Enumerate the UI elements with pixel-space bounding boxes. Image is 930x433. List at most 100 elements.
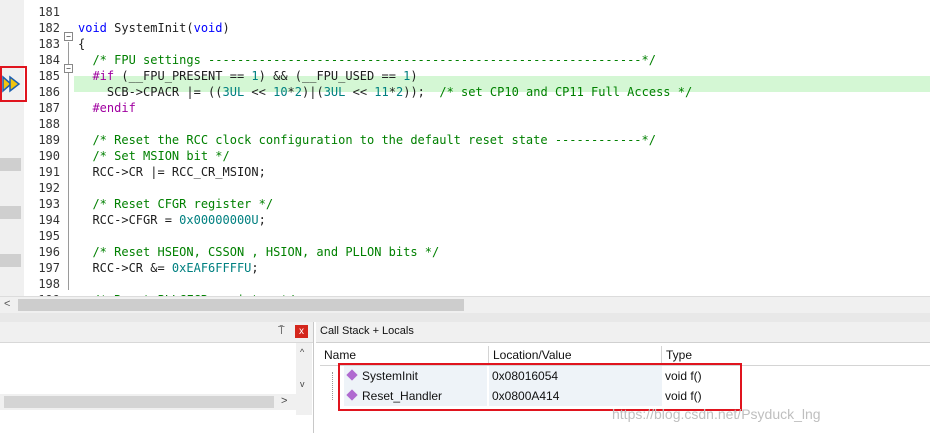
line-number: 183 bbox=[38, 37, 60, 51]
line-number: 196 bbox=[38, 245, 60, 259]
pane-splitter[interactable] bbox=[0, 313, 930, 322]
scroll-left-icon[interactable]: < bbox=[4, 298, 10, 310]
fold-column: − − bbox=[62, 0, 74, 296]
code-line[interactable]: RCC->CR &= 0xEAF6FFFFU; bbox=[78, 260, 930, 276]
code-token: RCC->CR |= RCC_CR_MSION; bbox=[78, 165, 266, 179]
code-token: ) bbox=[410, 69, 418, 83]
code-line[interactable]: void SystemInit(void) bbox=[78, 20, 930, 36]
breakpoint-gutter[interactable] bbox=[0, 0, 24, 296]
code-token: * bbox=[388, 85, 396, 99]
line-number: 198 bbox=[38, 277, 60, 291]
code-line[interactable]: /* Set MSION bit */ bbox=[78, 148, 930, 164]
code-token: 1 bbox=[251, 69, 259, 83]
line-number: 194 bbox=[38, 213, 60, 227]
code-token: 0x00000000U bbox=[179, 213, 259, 227]
code-line[interactable]: { bbox=[78, 36, 930, 52]
code-token: * bbox=[287, 85, 295, 99]
code-token: )); bbox=[403, 85, 440, 99]
code-token: /* FPU settings ------------------------… bbox=[92, 53, 656, 67]
code-editor[interactable]: 181 182 183 184 185 186 187 188 189 190 191 192 193 1… bbox=[0, 0, 930, 296]
code-token: /* Reset HSEON, CSSON , HSION, and PLLON… bbox=[92, 245, 440, 259]
code-line[interactable] bbox=[78, 4, 930, 20]
code-token: SCB->CPACR |= (( bbox=[78, 85, 223, 99]
watermark: https://blog.csdn.net/Psyduck_lng bbox=[612, 406, 821, 422]
fold-toggle-icon[interactable]: − bbox=[64, 64, 73, 73]
code-token: << bbox=[244, 85, 274, 99]
code-token: 11 bbox=[374, 85, 389, 99]
left-panel-header: ⍑ x bbox=[0, 322, 313, 343]
code-line[interactable]: /* Reset the RCC clock configuration to … bbox=[78, 132, 930, 148]
fold-line bbox=[68, 42, 69, 290]
code-coverage-mark bbox=[0, 254, 21, 267]
scrollbar-thumb[interactable] bbox=[4, 396, 274, 408]
close-icon[interactable]: x bbox=[295, 325, 308, 338]
code-token: ) bbox=[222, 21, 230, 35]
code-coverage-mark bbox=[0, 158, 21, 171]
annotation-box-callstack bbox=[338, 363, 742, 411]
left-vertical-scrollbar[interactable]: ^ v bbox=[296, 343, 312, 415]
line-number: 185 bbox=[38, 69, 60, 83]
code-line[interactable]: RCC->CFGR = 0x00000000U; bbox=[78, 212, 930, 228]
code-line[interactable]: /* Reset HSEON, CSSON , HSION, and PLLON… bbox=[78, 244, 930, 260]
editor-horizontal-scrollbar[interactable]: < bbox=[0, 296, 930, 314]
panel-title-bar: Call Stack + Locals bbox=[316, 322, 930, 343]
code-line[interactable]: SCB->CPACR |= ((3UL << 10*2)|(3UL << 11*… bbox=[78, 84, 930, 100]
code-coverage-mark bbox=[0, 206, 21, 219]
code-token: 2 bbox=[294, 85, 303, 99]
code-token: << bbox=[345, 85, 375, 99]
scroll-right-icon[interactable]: > bbox=[281, 395, 287, 407]
line-number: 181 bbox=[38, 5, 60, 19]
left-panel: ⍑ x ^ v > bbox=[0, 322, 314, 433]
code-line[interactable]: /* FPU settings ------------------------… bbox=[78, 52, 930, 68]
code-line[interactable]: /* Reset CFGR register */ bbox=[78, 196, 930, 212]
line-number: 190 bbox=[38, 149, 60, 163]
line-number: 182 bbox=[38, 21, 60, 35]
fold-toggle-icon[interactable]: − bbox=[64, 32, 73, 41]
code-token: ; bbox=[258, 213, 266, 227]
code-token: ; bbox=[251, 261, 259, 275]
code-token: #endif bbox=[92, 101, 136, 115]
code-token: /* Set MSION bit */ bbox=[92, 149, 230, 163]
code-token: { bbox=[78, 37, 86, 51]
code-token: SystemInit( bbox=[106, 21, 194, 35]
annotation-box-pointer bbox=[0, 66, 27, 102]
scrollbar-thumb[interactable] bbox=[18, 299, 464, 311]
line-number: 197 bbox=[38, 261, 60, 275]
code-token: 0xEAF6FFFFU bbox=[171, 261, 252, 275]
code-token: void bbox=[193, 21, 223, 35]
line-number: 191 bbox=[38, 165, 60, 179]
code-token: /* Reset the RCC clock configuration to … bbox=[92, 133, 656, 147]
code-token: (__FPU_PRESENT == bbox=[114, 69, 252, 83]
code-line[interactable]: #if (__FPU_PRESENT == 1) && (__FPU_USED … bbox=[78, 68, 930, 84]
code-token: /* set CP10 and CP11 Full Access */ bbox=[439, 85, 693, 99]
line-number: 186 bbox=[38, 85, 60, 99]
code-token: RCC->CR &= bbox=[78, 261, 172, 275]
line-number: 189 bbox=[38, 133, 60, 147]
code-line[interactable] bbox=[78, 276, 930, 292]
code-line[interactable] bbox=[78, 116, 930, 132]
code-line[interactable] bbox=[78, 180, 930, 196]
code-text[interactable]: void SystemInit(void){ /* FPU settings -… bbox=[78, 0, 930, 296]
code-line[interactable] bbox=[78, 228, 930, 244]
code-token: 3UL bbox=[323, 85, 346, 99]
line-number: 184 bbox=[38, 53, 60, 67]
scroll-up-icon[interactable]: ^ bbox=[300, 347, 304, 357]
code-token: 10 bbox=[273, 85, 288, 99]
code-token: /* Reset CFGR register */ bbox=[92, 197, 274, 211]
code-line[interactable]: #endif bbox=[78, 100, 930, 116]
panel-title: Call Stack + Locals bbox=[320, 325, 414, 337]
line-number: 192 bbox=[38, 181, 60, 195]
scroll-down-icon[interactable]: v bbox=[300, 379, 305, 389]
pin-icon[interactable]: ⍑ bbox=[278, 325, 285, 338]
code-token: 3UL bbox=[222, 85, 245, 99]
code-line[interactable]: RCC->CR |= RCC_CR_MSION; bbox=[78, 164, 930, 180]
left-horizontal-scrollbar[interactable]: > bbox=[0, 394, 296, 410]
code-token: void bbox=[78, 21, 107, 35]
